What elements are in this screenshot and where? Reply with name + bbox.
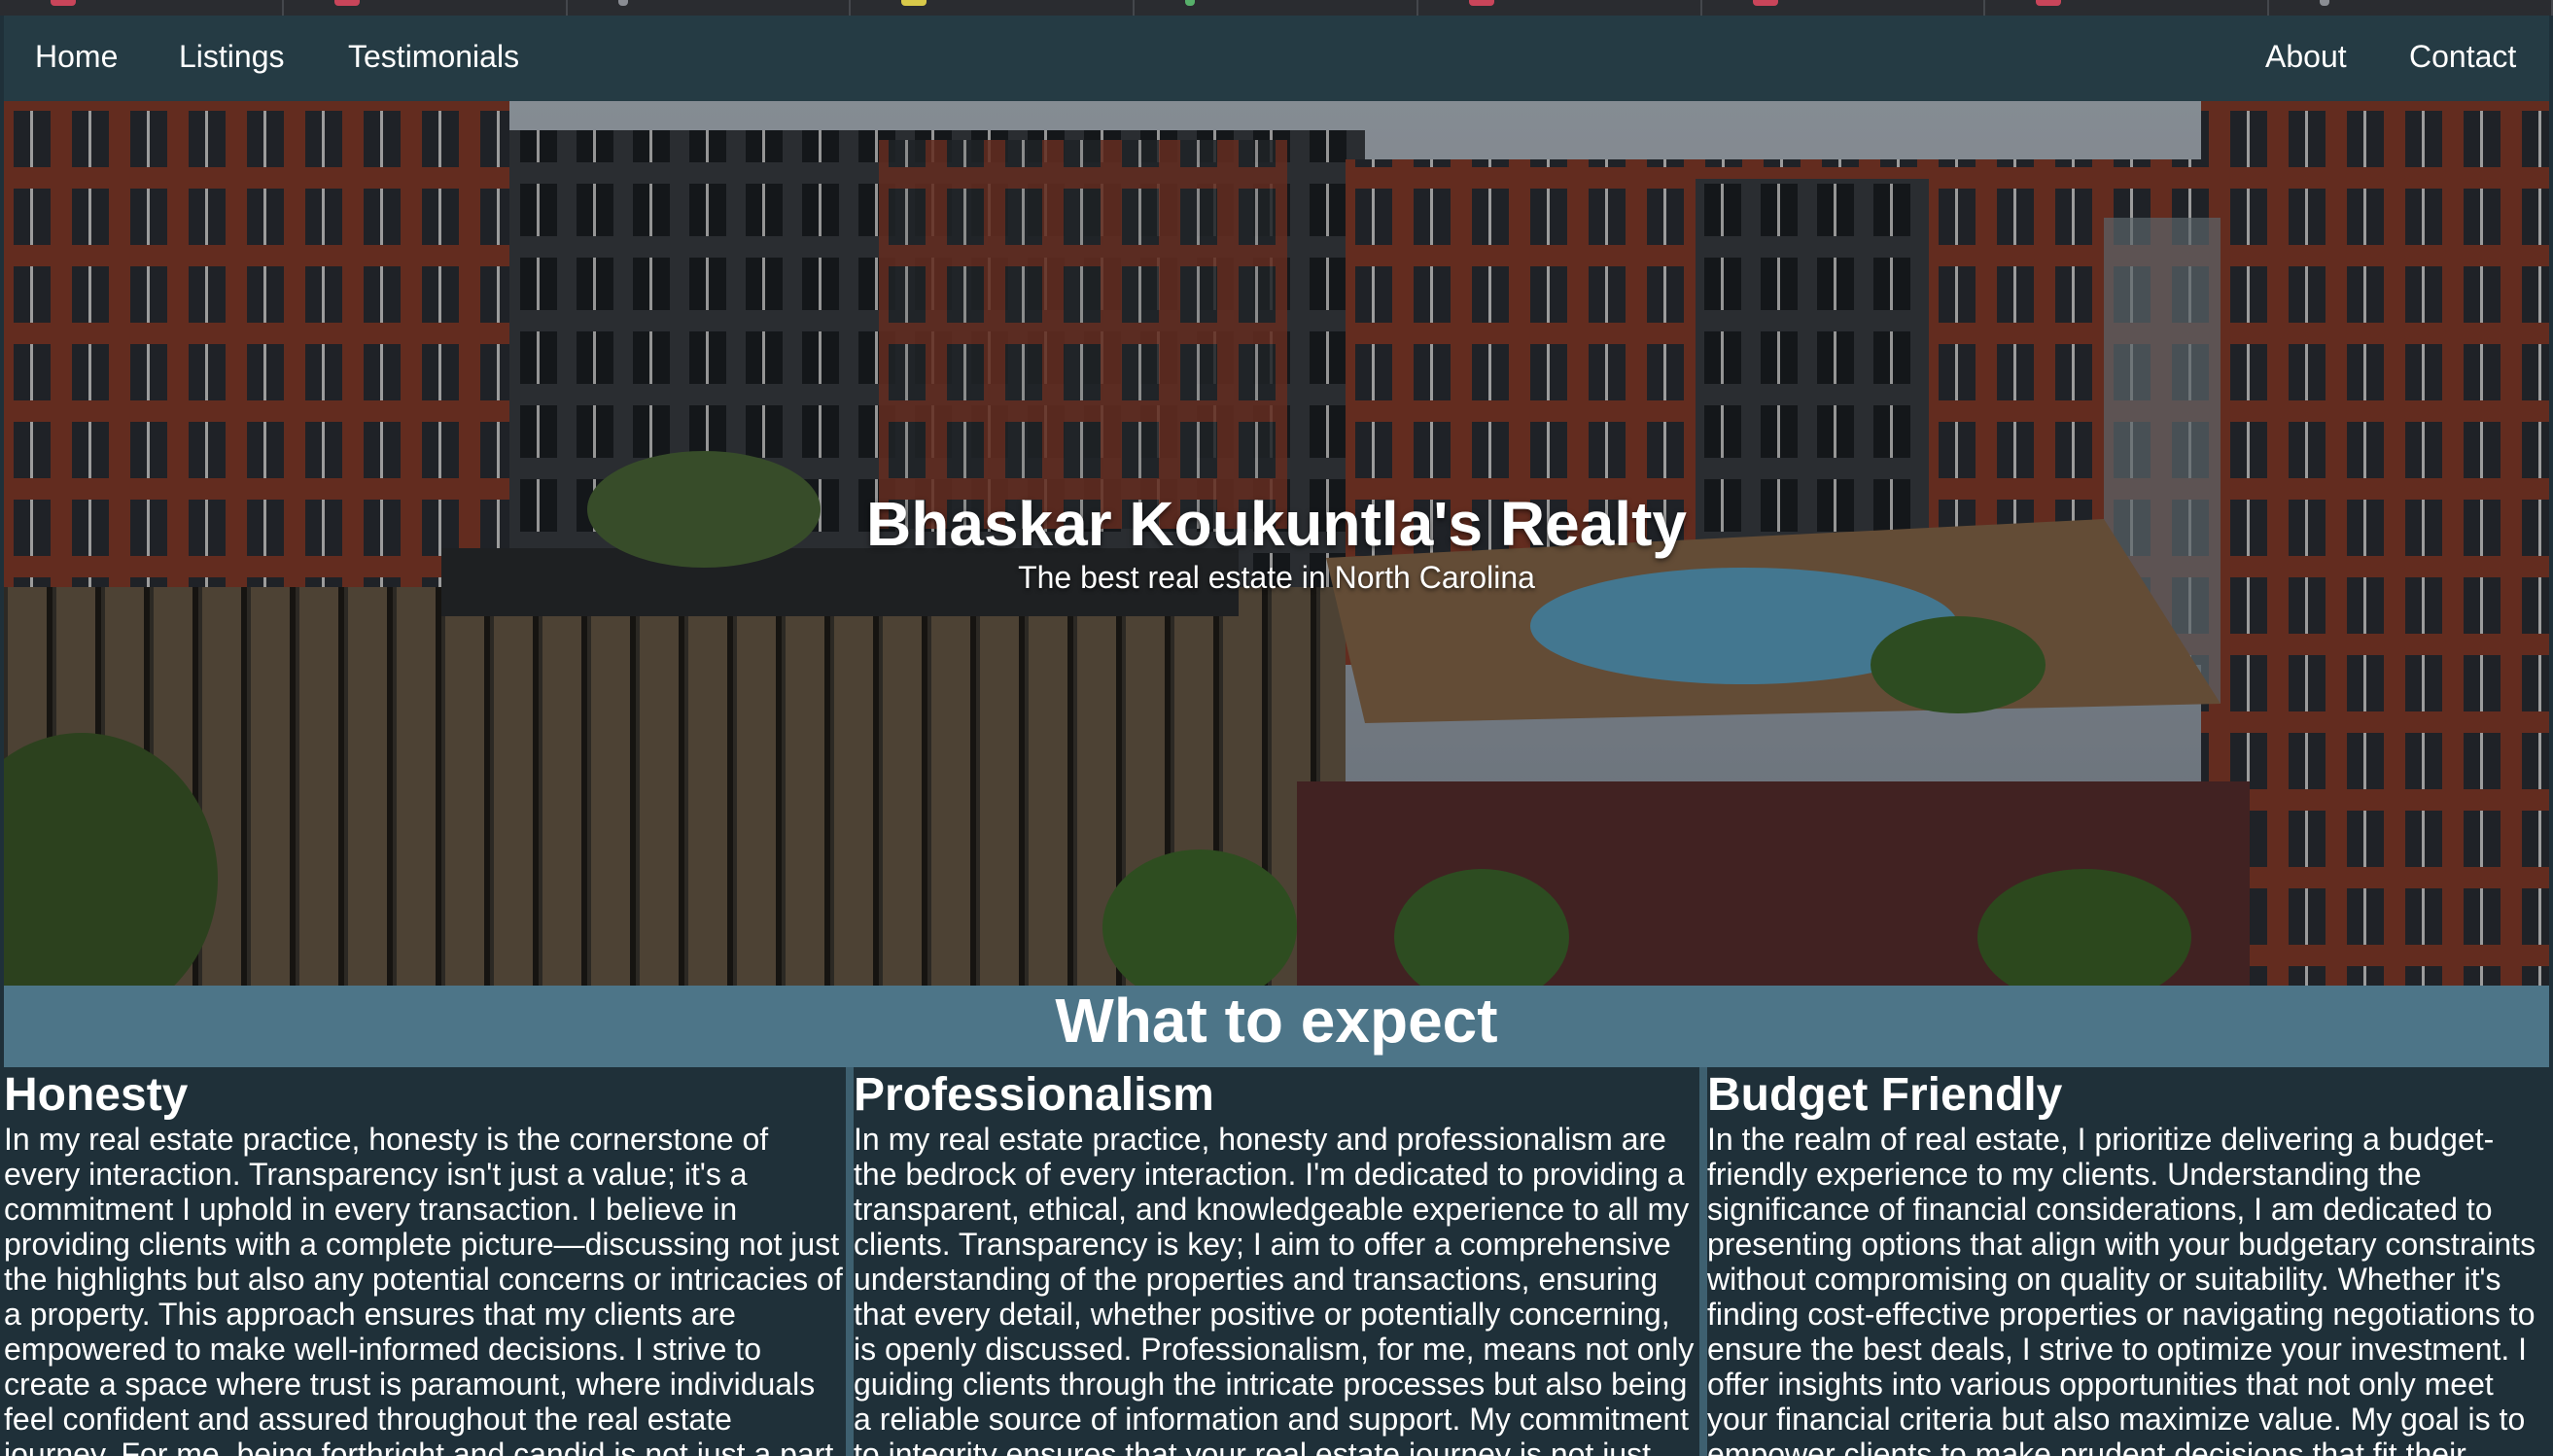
favicon-icon <box>901 0 927 6</box>
favicon-icon <box>2320 0 2330 6</box>
nav-link-home[interactable]: Home <box>35 16 118 101</box>
nav-link-contact[interactable]: Contact <box>2409 16 2516 101</box>
browser-tab[interactable] <box>284 0 568 16</box>
browser-tab[interactable] <box>568 0 852 16</box>
browser-tab[interactable] <box>1418 0 1702 16</box>
feature-card-budget-friendly: Budget Friendly In the realm of real est… <box>1707 1067 2549 1456</box>
hero-banner: Bhaskar Koukuntla's Realty The best real… <box>4 101 2549 986</box>
browser-tab[interactable] <box>0 0 284 16</box>
section-header: What to expect <box>4 986 2549 1067</box>
hero-title: Bhaskar Koukuntla's Realty <box>866 489 1687 559</box>
browser-tab[interactable] <box>2269 0 2553 16</box>
browser-tab[interactable] <box>851 0 1136 16</box>
browser-tab-strip <box>0 0 2553 16</box>
feature-card-honesty: Honesty In my real estate practice, hone… <box>4 1067 846 1456</box>
column-divider <box>1699 1067 1707 1456</box>
favicon-icon <box>333 0 360 6</box>
favicon-icon <box>51 0 76 6</box>
features-section: Honesty In my real estate practice, hone… <box>4 1067 2549 1456</box>
favicon-icon <box>617 0 628 6</box>
feature-card-professionalism: Professionalism In my real estate practi… <box>854 1067 1699 1456</box>
feature-title: Professionalism <box>854 1069 1214 1121</box>
feature-text: In my real estate practice, honesty is t… <box>4 1122 843 1456</box>
favicon-icon <box>1468 0 1494 6</box>
browser-tab[interactable] <box>1702 0 1986 16</box>
favicon-icon <box>1185 0 1196 6</box>
nav-link-about[interactable]: About <box>2265 16 2347 101</box>
hero-subtitle: The best real estate in North Carolina <box>1018 560 1535 595</box>
feature-text: In my real estate practice, honesty and … <box>854 1122 1695 1456</box>
feature-title: Budget Friendly <box>1707 1069 2063 1121</box>
favicon-icon <box>1752 0 1778 6</box>
top-navigation-bar: Home Listings Testimonials About Contact <box>4 16 2549 101</box>
browser-tab[interactable] <box>1135 0 1418 16</box>
favicon-icon <box>2036 0 2062 6</box>
column-divider <box>846 1067 854 1456</box>
section-title: What to expect <box>1055 986 1498 1056</box>
feature-text: In the realm of real estate, I prioritiz… <box>1707 1122 2536 1456</box>
nav-link-listings[interactable]: Listings <box>179 16 285 101</box>
browser-tab[interactable] <box>1985 0 2270 16</box>
nav-link-testimonials[interactable]: Testimonials <box>348 16 519 101</box>
feature-title: Honesty <box>4 1069 189 1121</box>
